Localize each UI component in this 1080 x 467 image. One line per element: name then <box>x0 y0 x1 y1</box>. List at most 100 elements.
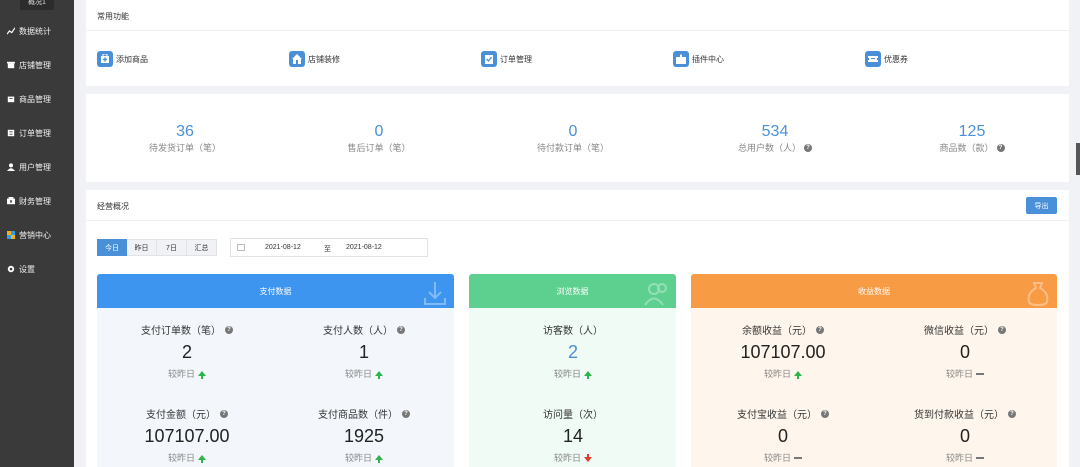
scrollbar-handle[interactable] <box>1076 143 1080 175</box>
help-icon[interactable]: ? <box>1008 409 1016 418</box>
quick-shop-decor[interactable]: 店铺装修 <box>289 51 340 67</box>
help-icon[interactable]: ? <box>804 143 812 152</box>
sidebar-item-label: 设置 <box>19 264 35 274</box>
divider <box>86 30 1069 31</box>
income-panel-body: 余额收益（元）? 107107.00 较昨日 微信收益（元）? 0 较昨日 支付… <box>691 308 1057 467</box>
help-icon[interactable]: ? <box>402 409 410 418</box>
arrow-up-icon <box>794 371 802 379</box>
sidebar-item-users[interactable]: 用户管理 <box>7 160 51 174</box>
sidebar: 概况1 数据统计 店铺管理 商品管理 订单管理 用户管理 财务管理 营销中心 设… <box>0 0 74 467</box>
quick-label: 添加商品 <box>116 54 148 64</box>
metric-label: 支付订单数（笔） <box>141 326 221 337</box>
help-icon[interactable]: ? <box>220 409 228 418</box>
date-range-picker[interactable]: 2021-08-12 至 2021-08-12 <box>230 238 428 257</box>
metric-label: 微信收益（元） <box>924 326 994 337</box>
users-icon <box>644 283 667 306</box>
metric-compare: 较昨日 <box>945 453 973 463</box>
plugin-icon <box>673 51 689 67</box>
quick-label: 插件中心 <box>692 54 724 64</box>
sidebar-header: 概况1 <box>0 0 74 10</box>
quick-label: 订单管理 <box>500 54 532 64</box>
metric-pay-amount: 支付金额（元）? 107107.00 较昨日 <box>97 406 277 464</box>
metric-label: 访问量（次） <box>543 410 603 421</box>
quick-order-manage[interactable]: 订单管理 <box>481 51 532 67</box>
metric-page-views: 访问量（次） 14 较昨日 <box>483 406 663 464</box>
stat-after-sales[interactable]: 0 售后订单（笔） <box>289 123 469 154</box>
sidebar-item-label: 店铺管理 <box>19 60 51 70</box>
help-icon[interactable]: ? <box>816 325 824 334</box>
sidebar-item-marketing[interactable]: 营销中心 <box>7 228 51 242</box>
pay-panel-header: 支付数据 <box>97 274 454 308</box>
help-icon[interactable]: ? <box>225 325 233 334</box>
add-product-icon <box>97 51 113 67</box>
date-end[interactable]: 2021-08-12 <box>346 244 382 251</box>
marketing-icon <box>7 231 15 239</box>
stat-product-count[interactable]: 125 商品数（款）? <box>882 123 1062 154</box>
help-icon[interactable]: ? <box>998 325 1006 334</box>
date-start[interactable]: 2021-08-12 <box>265 244 301 251</box>
stat-pending-shipment[interactable]: 36 待发货订单（笔） <box>95 123 275 154</box>
help-icon[interactable]: ? <box>397 325 405 334</box>
metric-value: 1925 <box>343 426 385 446</box>
sidebar-item-store[interactable]: 店铺管理 <box>7 58 51 72</box>
metric-value: 2 <box>567 342 578 362</box>
metric-value: 107107.00 <box>740 342 826 362</box>
period-tabs: 今日 昨日 7日 汇总 <box>97 239 217 256</box>
quick-plugin-center[interactable]: 插件中心 <box>673 51 724 67</box>
arrow-up-icon <box>198 371 206 379</box>
metric-compare: 较昨日 <box>167 369 195 379</box>
shop-decor-icon <box>289 51 305 67</box>
stat-label: 商品数（款） <box>939 143 994 153</box>
metric-balance-income: 余额收益（元）? 107107.00 较昨日 <box>693 322 873 380</box>
metric-label: 支付商品数（件） <box>318 410 398 421</box>
metric-value: 0 <box>959 426 970 446</box>
chart-icon <box>7 27 15 35</box>
date-separator: 至 <box>324 246 331 253</box>
stat-label: 售后订单（笔） <box>347 143 411 153</box>
metric-compare: 较昨日 <box>945 369 973 379</box>
stat-value: 534 <box>761 123 789 140</box>
quick-coupon[interactable]: 优惠券 <box>865 51 908 67</box>
tab-yesterday[interactable]: 昨日 <box>127 239 157 256</box>
arrow-up-icon <box>375 455 383 463</box>
help-icon[interactable]: ? <box>821 409 829 418</box>
finance-icon <box>7 197 15 205</box>
sidebar-item-label: 营销中心 <box>19 230 51 240</box>
tab-7days[interactable]: 7日 <box>157 239 187 256</box>
arrow-down-icon <box>584 454 592 462</box>
tab-summary[interactable]: 汇总 <box>187 239 217 256</box>
tab-today[interactable]: 今日 <box>97 239 127 256</box>
help-icon[interactable]: ? <box>996 143 1005 152</box>
order-manage-icon <box>481 51 497 67</box>
sidebar-item-finance[interactable]: 财务管理 <box>7 194 51 208</box>
stat-total-users[interactable]: 534 总用户数（人）? <box>685 123 865 154</box>
stat-value: 0 <box>568 123 578 140</box>
sidebar-item-data-stats[interactable]: 数据统计 <box>7 24 51 38</box>
metric-compare: 较昨日 <box>553 453 581 463</box>
stat-pending-payment[interactable]: 0 待付款订单（笔） <box>483 123 663 154</box>
metric-value: 14 <box>562 426 584 446</box>
sidebar-item-label: 财务管理 <box>19 196 51 206</box>
metric-compare: 较昨日 <box>344 369 372 379</box>
sidebar-item-label: 用户管理 <box>19 162 51 172</box>
metric-compare: 较昨日 <box>167 453 195 463</box>
download-icon <box>424 282 446 305</box>
flat-trend-icon <box>794 456 802 459</box>
metric-label: 访客数（人） <box>543 326 603 337</box>
sidebar-item-products[interactable]: 商品管理 <box>7 92 51 106</box>
sidebar-item-orders[interactable]: 订单管理 <box>7 126 51 140</box>
metric-compare: 较昨日 <box>763 453 791 463</box>
metric-value: 1 <box>358 342 369 362</box>
product-icon <box>7 95 15 103</box>
arrow-up-icon <box>375 371 383 379</box>
sidebar-item-settings[interactable]: 设置 <box>7 262 35 276</box>
sidebar-top-label: 概况1 <box>20 0 54 10</box>
browse-panel-body: 访客数（人） 2 较昨日 访问量（次） 14 较昨日 <box>469 308 676 467</box>
stat-label: 待发货订单（笔） <box>148 143 221 153</box>
quick-label: 优惠券 <box>884 54 908 64</box>
browse-data-panel: 浏览数据 访客数（人） 2 较昨日 访问量（次） 14 较昨日 <box>469 274 676 467</box>
browse-panel-header: 浏览数据 <box>469 274 676 308</box>
export-button[interactable]: 导出 <box>1026 197 1057 214</box>
quick-add-product[interactable]: 添加商品 <box>97 51 148 67</box>
metric-cod-income: 货到付款收益（元）? 0 较昨日 <box>875 406 1055 464</box>
